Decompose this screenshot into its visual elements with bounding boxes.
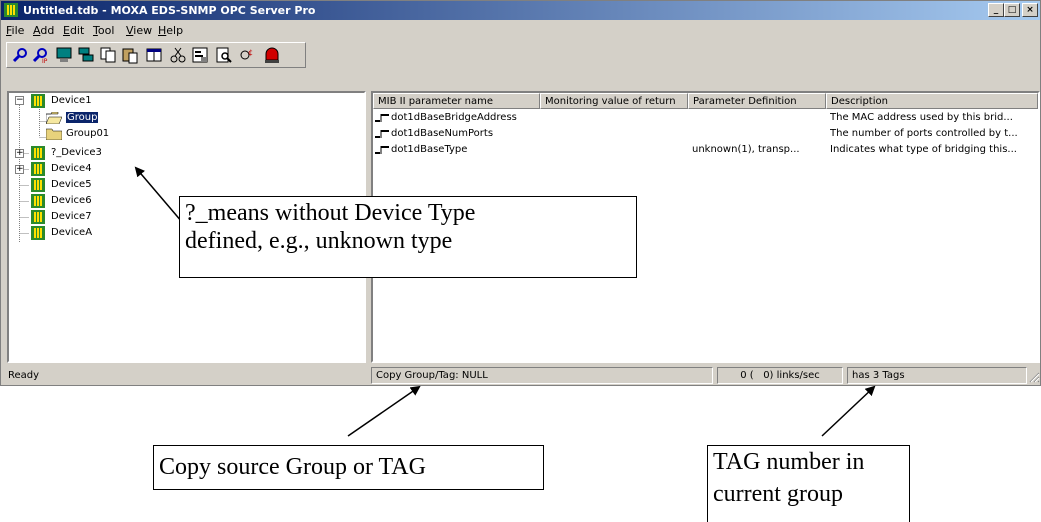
- callout-copy-source: Copy source Group or TAG: [153, 445, 544, 490]
- callout-line: TAG number in: [713, 449, 865, 475]
- callout-line: current group: [713, 481, 843, 507]
- callout-line: Copy source Group or TAG: [159, 454, 426, 480]
- callout-line: ?_means without Device Type: [185, 200, 476, 226]
- arrow-to-tag-count: [821, 385, 876, 437]
- callout-tag-number: TAG number in current group: [707, 445, 910, 522]
- callout-line: defined, e.g., unknown type: [185, 228, 453, 254]
- arrow-to-copy-status: [347, 385, 421, 437]
- arrow-to-device3: [134, 166, 183, 223]
- callout-device-type: ?_means without Device Type defined, e.g…: [179, 196, 637, 278]
